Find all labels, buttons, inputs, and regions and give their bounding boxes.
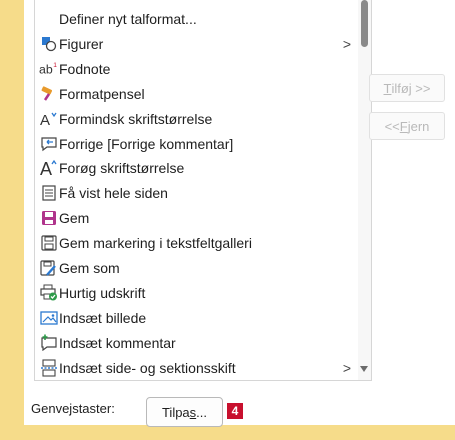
commands-list[interactable]: Definer nyt talformat... Figurer > ab 1 Fodno… [34, 0, 372, 381]
list-item-label: Formindsk skriftstørrelse [59, 110, 213, 127]
list-item[interactable]: Få vist hele siden [39, 181, 355, 205]
list-item-label: Formatpensel [59, 85, 145, 102]
svg-text:ab: ab [39, 63, 53, 77]
list-item[interactable]: ab 1 Fodnote [39, 57, 355, 81]
list-item[interactable]: Gem markering i tekstfeltgalleri [39, 231, 355, 255]
scroll-thumb[interactable] [361, 0, 368, 47]
list-item-label: Hurtig udskrift [59, 284, 146, 301]
add-button-label: ilføj >> [391, 80, 431, 96]
shapes-icon [39, 34, 58, 54]
list-item[interactable]: A Formindsk skriftstørrelse [39, 107, 355, 131]
submenu-chevron-icon: > [342, 35, 351, 52]
format-painter-icon [39, 84, 58, 104]
svg-text:A: A [40, 159, 52, 177]
icon-placeholder [39, 9, 58, 29]
list-item-label: Gem markering i tekstfeltgalleri [59, 235, 252, 252]
quick-print-icon [39, 283, 58, 303]
list-item-label: Indsæt kommentar [59, 334, 176, 351]
insert-picture-icon [39, 308, 58, 328]
list-item[interactable]: Gem [39, 206, 355, 230]
save-as-icon [39, 258, 58, 278]
list-item-label: Indsæt billede [59, 309, 147, 326]
remove-button-access-key: F [399, 118, 408, 134]
list-item[interactable]: Indsæt billede [39, 306, 355, 330]
list-item-label: Få vist hele siden [59, 185, 168, 202]
page-break-icon [39, 358, 58, 378]
list-item-label: Figurer [59, 35, 104, 52]
list-item[interactable]: Gem som [39, 256, 355, 280]
vertical-scrollbar[interactable] [358, 0, 371, 380]
remove-button-prefix: << [384, 118, 400, 134]
list-item[interactable]: A Forøg skriftstørrelse [39, 156, 355, 180]
customize-button[interactable]: Tilpa s... [146, 397, 223, 427]
list-item-label: Indsæt side- og sektionsskift [59, 359, 236, 376]
add-button[interactable]: Tilføj >> [369, 74, 445, 102]
customize-ribbon-dialog: Definer nyt talformat... Figurer > ab 1 Fodno… [24, 0, 455, 427]
list-item-label: Gem [59, 210, 90, 227]
svg-text:A: A [40, 112, 50, 127]
save-icon [39, 208, 58, 228]
list-item[interactable]: Definer nyt talformat... [39, 7, 355, 31]
list-item[interactable]: Hurtig udskrift [39, 281, 355, 305]
remove-button-label: jern [407, 118, 430, 134]
list-item[interactable]: Formatpensel [39, 82, 355, 106]
list-item[interactable]: Figurer > [39, 32, 355, 56]
list-item[interactable]: Forrige [Forrige kommentar] [39, 132, 355, 156]
list-item-label: Forrige [Forrige kommentar] [59, 135, 234, 152]
remove-button[interactable]: << Fjern [369, 112, 445, 140]
keyboard-shortcuts-label: Genvejstaster: [31, 401, 115, 416]
add-button-access-key: T [383, 80, 392, 96]
list-item-label: Fodnote [59, 60, 111, 77]
decrease-font-icon: A [39, 109, 58, 129]
list-item-label: Definer nyt talformat... [59, 11, 197, 27]
increase-font-icon: A [39, 158, 58, 178]
full-page-icon [39, 183, 58, 203]
list-item-label: Gem som [59, 260, 120, 276]
save-selection-icon [39, 233, 58, 253]
list-item[interactable]: Indsæt kommentar [39, 331, 355, 355]
previous-comment-icon [39, 134, 58, 154]
list-item[interactable]: Indsæt side- og sektionsskift > [39, 356, 355, 380]
customize-button-prefix: Tilpa [161, 404, 190, 420]
customize-button-suffix: ... [196, 404, 208, 420]
insert-comment-icon [39, 333, 58, 353]
scroll-down-arrow-icon[interactable] [360, 366, 368, 372]
callout-badge: 4 [227, 403, 243, 419]
footnote-icon: ab 1 [39, 59, 58, 79]
list-item-label: Forøg skriftstørrelse [59, 160, 185, 177]
svg-text:1: 1 [53, 62, 57, 69]
submenu-chevron-icon: > [342, 359, 351, 376]
